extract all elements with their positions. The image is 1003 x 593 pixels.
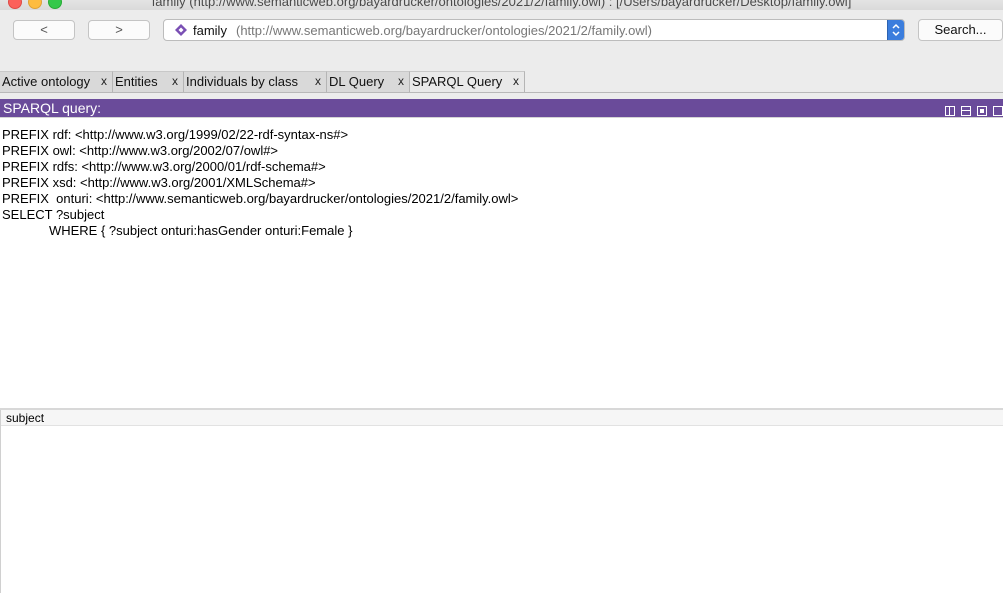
search-button[interactable]: Search... [918,19,1003,41]
query-line: PREFIX xsd: <http://www.w3.org/2001/XMLS… [2,175,316,190]
query-line: SELECT ?subject [2,207,105,222]
back-button[interactable]: < [13,20,75,40]
window-title: family (http://www.semanticweb.org/bayar… [151,0,852,9]
maximize-view-icon[interactable] [977,106,988,116]
close-view-icon[interactable] [993,106,1003,116]
tab-label: SPARQL Query [412,74,503,89]
results-column-header[interactable]: subject [1,410,1003,426]
tab-close-icon[interactable]: x [513,72,519,91]
tab-individuals-by-class[interactable]: Individuals by class x [184,71,327,92]
forward-button[interactable]: > [88,20,150,40]
tab-close-icon[interactable]: x [172,72,178,91]
query-line: WHERE { ?subject onturi:hasGender onturi… [2,223,353,238]
view-controls [943,102,1003,116]
query-line: PREFIX rdfs: <http://www.w3.org/2000/01/… [2,159,326,174]
query-line: PREFIX onturi: <http://www.semanticweb.o… [2,191,519,206]
window-titlebar: family (http://www.semanticweb.org/bayar… [0,0,1003,10]
tab-label: Individuals by class [186,74,298,89]
split-horizontal-icon[interactable] [961,106,972,116]
query-results-table[interactable]: subject [0,410,1003,593]
tab-label: Entities [115,74,158,89]
tab-label: Active ontology [2,74,91,89]
diamond-icon [174,23,188,37]
split-vertical-icon[interactable] [945,106,956,116]
tab-entities[interactable]: Entities x [113,71,184,92]
query-line: PREFIX rdf: <http://www.w3.org/1999/02/2… [2,127,349,142]
tab-dl-query[interactable]: DL Query x [327,71,410,92]
tab-sparql-query[interactable]: SPARQL Query x [410,71,525,92]
tab-close-icon[interactable]: x [315,72,321,91]
ontology-name: family [193,23,227,38]
tab-close-icon[interactable]: x [101,72,107,91]
updown-chevron-icon[interactable] [887,20,904,40]
toolbar: < > family (http://www.semanticweb.org/b… [0,10,1003,72]
panel-title: SPARQL query: [3,100,102,116]
tab-label: DL Query [329,74,385,89]
sparql-query-editor[interactable]: PREFIX rdf: <http://www.w3.org/1999/02/2… [0,117,1003,408]
tab-bar: Active ontology x Entities x Individuals… [0,71,1003,93]
sparql-panel-header: SPARQL query: [0,99,1003,117]
tab-active-ontology[interactable]: Active ontology x [0,71,113,92]
ontology-selector[interactable]: family (http://www.semanticweb.org/bayar… [163,19,905,41]
ontology-iri: (http://www.semanticweb.org/bayardrucker… [236,23,652,38]
query-line: PREFIX owl: <http://www.w3.org/2002/07/o… [2,143,279,158]
tab-close-icon[interactable]: x [398,72,404,91]
